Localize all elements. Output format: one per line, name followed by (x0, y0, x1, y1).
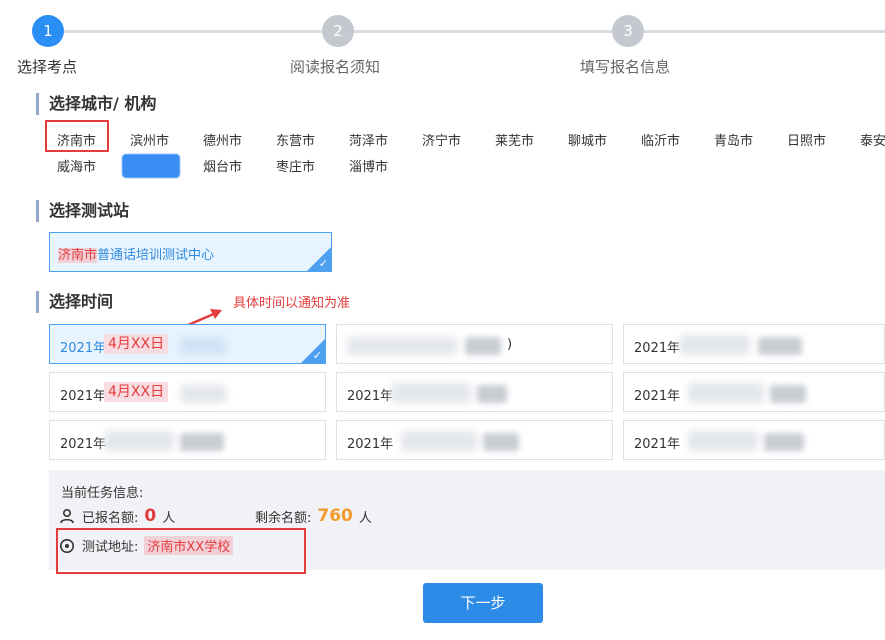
redacted-text (483, 433, 519, 451)
time-slot-text: 2021年 (60, 389, 107, 404)
station-name: 普通话培训测试中心 (97, 248, 215, 263)
redacted-text (401, 431, 477, 451)
redacted-text (104, 431, 174, 451)
remaining-label: 剩余名额: (255, 510, 312, 526)
time-slot-text: 2021年 (347, 389, 394, 404)
registered-unit: 人 (162, 510, 176, 526)
step-3-circle: 3 (612, 15, 644, 47)
time-slot-6[interactable]: 2021年 (623, 372, 885, 412)
station-label: 济南市普通话培训测试中心 (58, 244, 214, 263)
redacted-text (764, 433, 804, 451)
time-section-title: 选择时间 (36, 291, 113, 313)
redacted-text (758, 337, 802, 355)
step-1-label: 选择考点 (17, 58, 78, 76)
next-step-button[interactable]: 下一步 (423, 583, 543, 623)
redacted-text (391, 383, 471, 403)
time-slot-3[interactable]: 2021年 (623, 324, 885, 364)
city-yantai[interactable]: 烟台市 (203, 156, 242, 175)
city-section-title: 选择城市/ 机构 (36, 93, 156, 115)
address-highlight-box (56, 528, 306, 574)
city-selected-redacted[interactable] (122, 154, 180, 178)
step-1-circle: 1 (32, 15, 64, 47)
city-weihai[interactable]: 威海市 (57, 156, 96, 175)
city-heze[interactable]: 菏泽市 (349, 130, 388, 149)
city-liaocheng[interactable]: 聊城市 (568, 130, 607, 149)
step-connector (64, 30, 322, 33)
remaining-value: 760 (317, 506, 353, 526)
redacted-text (688, 383, 764, 403)
step-connector (354, 30, 612, 33)
city-laiwu[interactable]: 莱芜市 (495, 130, 534, 149)
time-slot-text: 2021年 (60, 437, 107, 452)
city-highlight-box (45, 120, 109, 152)
city-jining[interactable]: 济宁市 (422, 130, 461, 149)
time-slot-date: 4月XX日 (104, 382, 169, 402)
time-slot-text: 2021年 (634, 389, 681, 404)
time-slot-text: 2021年 (634, 341, 681, 356)
city-rizhao[interactable]: 日照市 (787, 130, 826, 149)
remaining-row: 剩余名额: 760 人 (255, 506, 372, 526)
time-slot-text: 2021年 (347, 437, 394, 452)
station-city: 济南市 (58, 248, 98, 263)
redacted-text (680, 335, 750, 355)
user-icon (60, 508, 74, 524)
time-slot-suffix: ) (507, 337, 513, 352)
redacted-text (180, 433, 224, 451)
redacted-text (770, 385, 806, 403)
time-slot-5[interactable]: 2021年 (336, 372, 613, 412)
step-2-circle: 2 (322, 15, 354, 47)
station-section-title: 选择测试站 (36, 200, 129, 222)
step-connector (644, 30, 885, 33)
time-slot-text: 2021年 (634, 437, 681, 452)
info-title: 当前任务信息: (61, 486, 144, 501)
time-slot-2[interactable]: ) (336, 324, 613, 364)
checkmark-icon: ✓ (312, 349, 322, 362)
redacted-text (477, 385, 507, 403)
city-dongying[interactable]: 东营市 (276, 130, 315, 149)
city-binzhou[interactable]: 滨州市 (130, 130, 169, 149)
time-slot-8[interactable]: 2021年 (336, 420, 613, 460)
registered-row: 已报名额: 0 人 (59, 506, 175, 526)
redacted-text (465, 337, 501, 355)
checkmark-icon: ✓ (318, 257, 328, 270)
station-card[interactable]: 济南市普通话培训测试中心 ✓ (49, 232, 332, 272)
redacted-text (180, 337, 226, 355)
city-qingdao[interactable]: 青岛市 (714, 130, 753, 149)
redacted-text (180, 385, 226, 403)
city-zibo[interactable]: 淄博市 (349, 156, 388, 175)
time-slot-7[interactable]: 2021年 (49, 420, 326, 460)
time-slot-4[interactable]: 2021年 4月XX日 (49, 372, 326, 412)
redacted-text (688, 431, 758, 451)
annotation-note: 具体时间以通知为准 (233, 296, 351, 311)
city-dezhou[interactable]: 德州市 (203, 130, 242, 149)
remaining-unit: 人 (358, 510, 372, 526)
step-2-label: 阅读报名须知 (290, 58, 381, 76)
redacted-text (347, 337, 457, 355)
time-slot-date: 4月XX日 (104, 334, 169, 354)
registered-label: 已报名额: (82, 510, 139, 526)
city-taian[interactable]: 泰安 (860, 130, 885, 149)
time-slot-1[interactable]: 2021年 4月XX日 ✓ (49, 324, 326, 364)
city-linyi[interactable]: 临沂市 (641, 130, 680, 149)
time-slot-9[interactable]: 2021年 (623, 420, 885, 460)
step-3-label: 填写报名信息 (580, 58, 671, 76)
registered-value: 0 (144, 506, 157, 526)
city-zaozhuang[interactable]: 枣庄市 (276, 156, 315, 175)
time-slot-text: 2021年 (60, 341, 107, 356)
